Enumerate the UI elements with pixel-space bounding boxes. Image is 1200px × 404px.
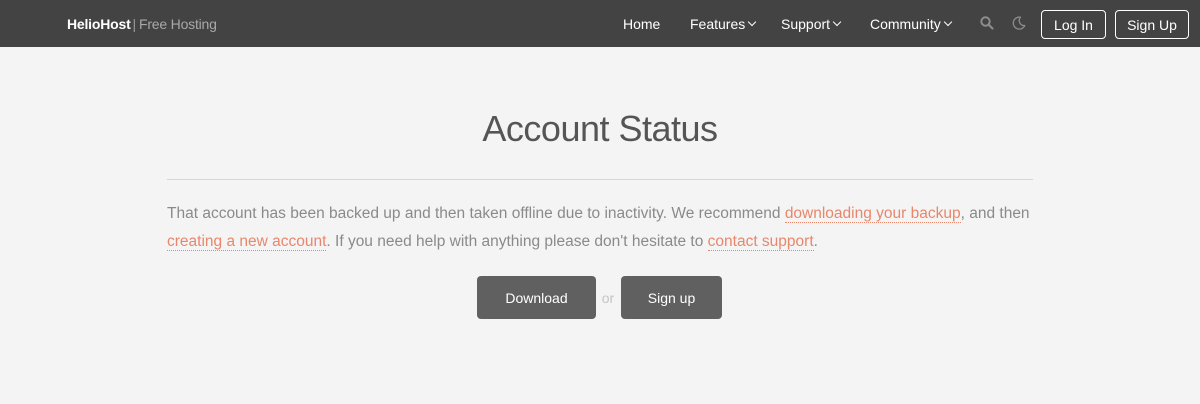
login-button[interactable]: Log In <box>1041 10 1106 39</box>
download-backup-link[interactable]: downloading your backup <box>784 205 961 223</box>
nav-support-label: Support <box>781 15 831 32</box>
signup-button[interactable]: Sign up <box>621 276 722 319</box>
signup-nav-button[interactable]: Sign Up <box>1115 10 1189 39</box>
message-text-1: That account has been backed up and then… <box>167 205 785 222</box>
nav-links: Home Features Support Community Log In S… <box>0 0 1200 47</box>
nav-home-label: Home <box>623 15 661 32</box>
chevron-down-icon <box>832 17 842 26</box>
nav-community-label: Community <box>870 15 941 32</box>
or-separator: or <box>601 289 615 306</box>
message-text-4: . <box>813 233 818 250</box>
contact-support-link[interactable]: contact support <box>707 233 814 251</box>
message-text-2: , and then <box>960 205 1030 222</box>
status-message: That account has been backed up and then… <box>167 200 1047 256</box>
nav-features[interactable]: Features <box>690 0 757 47</box>
nav-features-label: Features <box>690 15 746 32</box>
download-button-label: Download <box>505 289 568 306</box>
moon-icon[interactable] <box>1011 15 1027 31</box>
download-button[interactable]: Download <box>477 276 596 319</box>
signup-button-label: Sign up <box>647 289 696 306</box>
chevron-down-icon <box>943 17 953 26</box>
chevron-down-icon <box>748 17 757 26</box>
title-divider <box>167 179 1033 180</box>
page-title: Account Status <box>482 108 718 149</box>
top-navbar: HelioHost | Free Hosting Home Features S… <box>0 0 1200 47</box>
search-icon[interactable] <box>979 15 995 31</box>
action-buttons: Download or Sign up <box>0 276 1200 319</box>
nav-community[interactable]: Community <box>870 0 953 47</box>
message-text-3: . If you need help with anything please … <box>326 233 708 250</box>
login-button-label: Log In <box>1054 16 1093 33</box>
signup-nav-button-label: Sign Up <box>1127 16 1177 33</box>
create-account-link[interactable]: creating a new account <box>167 233 327 251</box>
nav-support[interactable]: Support <box>781 0 842 47</box>
nav-home[interactable]: Home <box>623 0 660 47</box>
